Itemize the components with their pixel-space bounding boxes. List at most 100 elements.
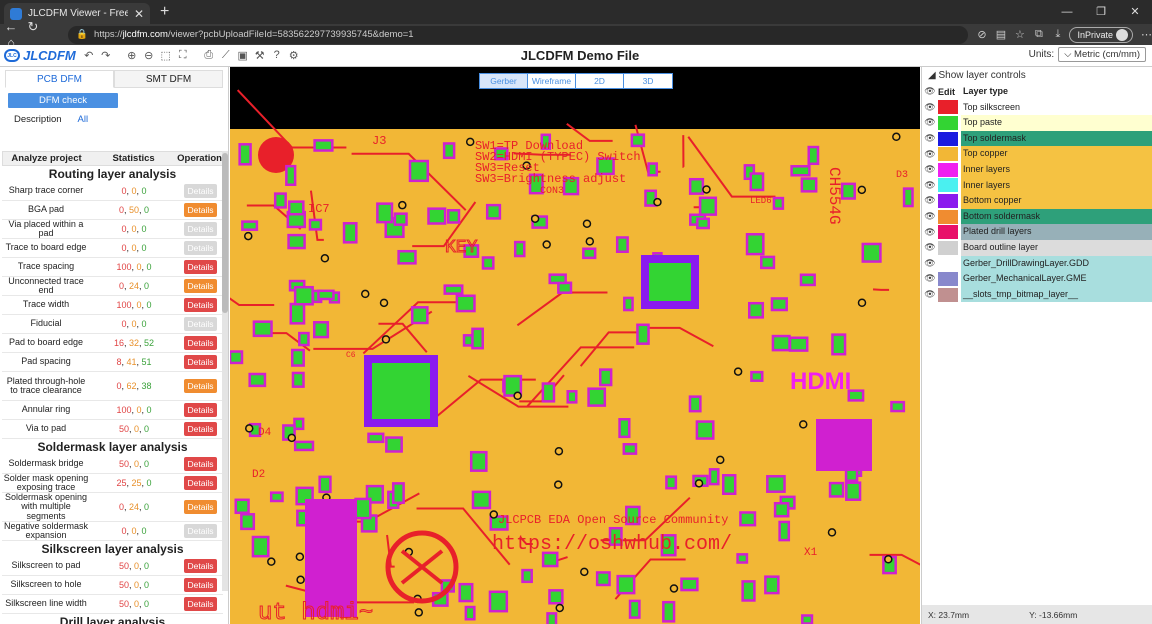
visibility-eye-icon[interactable]: 👁 [922,227,938,238]
layer-controls-toggle[interactable]: ◢ Show layer controls [922,67,1152,84]
layer-color-swatch[interactable] [938,131,958,146]
minimize-icon[interactable]: — [1050,0,1084,24]
layer-row[interactable]: 👁 Inner layers [922,161,1152,178]
layer-color-swatch[interactable] [938,178,958,193]
help-icon[interactable]: ? [270,49,284,62]
details-button[interactable]: Details [184,279,217,293]
more-menu-icon[interactable]: ⋯ [1141,28,1152,41]
details-button[interactable]: Details [184,578,217,592]
layer-row[interactable]: 👁 Board outline layer [922,239,1152,256]
layer-row[interactable]: 👁 Plated drill layers [922,224,1152,240]
tab-pcb-dfm[interactable]: PCB DFM [5,70,114,88]
measure-icon[interactable]: ⟋ [219,49,233,62]
redo-icon[interactable]: ↷ [99,49,113,62]
layer-color-swatch[interactable] [938,271,958,286]
header-eye-icon[interactable]: 👁 [922,86,938,97]
layer-row[interactable]: 👁 Top paste [922,115,1152,131]
restore-icon[interactable]: ❐ [1084,0,1118,24]
pcb-canvas[interactable]: SW1=TP Download SW2=HDMI (TYPEC) Switch … [230,67,920,624]
details-button[interactable]: Details [184,500,217,514]
new-tab-icon[interactable]: + [160,3,169,21]
details-button[interactable]: Details [184,422,217,436]
layer-color-swatch[interactable] [938,162,958,177]
layer-color-swatch[interactable] [938,115,958,130]
visibility-eye-icon[interactable]: 👁 [922,117,938,128]
visibility-eye-icon[interactable]: 👁 [922,273,938,284]
mode-3d[interactable]: 3D [624,74,672,88]
tracking-icon[interactable]: ⊘ [974,28,989,41]
details-button[interactable]: Details [184,457,217,471]
visibility-eye-icon[interactable]: 👁 [922,195,938,206]
details-button[interactable]: Details [184,222,217,236]
layer-row[interactable]: 👁 __slots_tmp_bitmap_layer__ [922,286,1152,303]
description-link[interactable]: Description [14,114,62,125]
layer-row[interactable]: 👁 Gerber_DrillDrawingLayer.GDD [922,255,1152,272]
layer-color-swatch[interactable] [938,256,958,271]
zoom-in-icon[interactable]: ⊕ [125,49,139,62]
layer-color-swatch[interactable] [938,147,958,162]
all-filter-link[interactable]: All [78,114,89,125]
details-button[interactable]: Details [184,355,217,369]
layer-row[interactable]: 👁 Inner layers [922,177,1152,194]
visibility-eye-icon[interactable]: 👁 [922,180,938,191]
visibility-eye-icon[interactable]: 👁 [922,164,938,175]
details-button[interactable]: Details [184,597,217,611]
url-field[interactable]: 🔒 https://jlcdfm.com/viewer?pcbUploadFil… [68,25,969,44]
inprivate-badge[interactable]: InPrivate [1069,26,1133,43]
visibility-eye-icon[interactable]: 👁 [922,133,938,144]
mode-wireframe[interactable]: Wireframe [528,74,576,88]
layer-color-swatch[interactable] [938,225,958,240]
details-button[interactable]: Details [184,524,217,538]
visibility-eye-icon[interactable]: 👁 [922,289,938,300]
layer-row[interactable]: 👁 Gerber_MechanicalLayer.GME [922,271,1152,287]
close-tab-icon[interactable]: ✕ [134,7,144,21]
zoom-out-icon[interactable]: ⊖ [142,49,156,62]
favorite-star-icon[interactable]: ☆ [1012,28,1027,41]
layer-row[interactable]: 👁 Top copper [922,146,1152,162]
details-button[interactable]: Details [184,403,217,417]
details-button[interactable]: Details [184,241,217,255]
visibility-eye-icon[interactable]: 👁 [922,149,938,160]
details-button[interactable]: Details [184,260,217,274]
details-button[interactable]: Details [184,298,217,312]
jlcdfm-logo[interactable]: JLC JLCDFM [0,48,76,63]
layer-row[interactable]: 👁 Bottom soldermask [922,208,1152,225]
pcb-render[interactable]: SW1=TP Download SW2=HDMI (TYPEC) Switch … [230,67,920,624]
back-icon[interactable]: ← [0,19,22,34]
tools-icon[interactable]: ⚒ [253,49,267,62]
layer-color-swatch[interactable] [938,240,958,255]
fit-view-icon[interactable]: ⛶ [176,49,190,62]
visibility-eye-icon[interactable]: 👁 [922,102,938,113]
mode-2d[interactable]: 2D [576,74,624,88]
export-pdf-icon[interactable]: ▣ [236,49,250,62]
print-icon[interactable]: ⎙ [202,49,216,62]
layer-color-swatch[interactable] [938,287,958,302]
details-button[interactable]: Details [184,476,217,490]
undo-icon[interactable]: ↶ [82,49,96,62]
details-button[interactable]: Details [184,203,217,217]
close-window-icon[interactable]: ✕ [1118,0,1152,24]
refresh-icon[interactable]: ↻ [22,19,44,35]
collections-icon[interactable]: ⧉ [1031,28,1046,41]
dfm-check-button[interactable]: DFM check [8,93,118,108]
layer-row[interactable]: 👁 Top soldermask [922,130,1152,147]
layer-color-swatch[interactable] [938,209,958,224]
details-button[interactable]: Details [184,317,217,331]
visibility-eye-icon[interactable]: 👁 [922,242,938,253]
layer-color-swatch[interactable] [938,100,958,115]
visibility-eye-icon[interactable]: 👁 [922,211,938,222]
visibility-eye-icon[interactable]: 👁 [922,258,938,269]
settings-gear-icon[interactable]: ⚙ [287,49,301,62]
layer-color-swatch[interactable] [938,193,958,208]
panel-scrollbar[interactable] [222,151,228,591]
units-select[interactable]: ⌵ Metric (cm/mm) [1058,47,1146,62]
layer-row[interactable]: 👁 Top silkscreen [922,99,1152,116]
details-button[interactable]: Details [184,379,217,393]
details-button[interactable]: Details [184,336,217,350]
zoom-area-icon[interactable]: ⬚ [159,49,173,62]
layer-row[interactable]: 👁 Bottom copper [922,193,1152,209]
details-button[interactable]: Details [184,184,217,198]
mode-gerber[interactable]: Gerber [480,74,528,88]
details-button[interactable]: Details [184,559,217,573]
tab-smt-dfm[interactable]: SMT DFM [114,70,223,88]
